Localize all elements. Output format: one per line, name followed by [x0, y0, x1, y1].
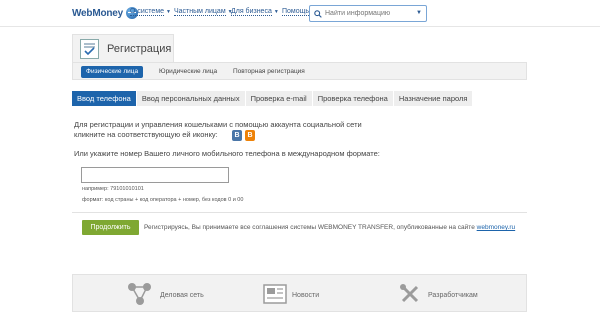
nav-individuals-label: Частным лицам: [174, 8, 226, 16]
divider: [72, 212, 527, 213]
registration-form-icon: [80, 39, 99, 59]
vk-icon[interactable]: В: [232, 130, 242, 141]
search-dropdown-icon[interactable]: ▼: [416, 10, 422, 16]
chevron-down-icon: ▼: [166, 9, 171, 15]
top-navbar: WebMoney О системе ▼ Частным лицам ▼ Для б…: [0, 0, 600, 27]
phone-format: формат: код страны + код оператора + ном…: [82, 197, 244, 203]
nav-individuals[interactable]: Частным лицам ▼: [174, 8, 233, 16]
step-password: Назначение пароля: [393, 91, 473, 106]
agreement-label: Регистрируясь, Вы принимаете все соглаше…: [144, 224, 477, 231]
continue-button[interactable]: Продолжить: [82, 220, 139, 235]
chevron-down-icon: ▼: [273, 9, 279, 15]
phone-label: Или укажите номер Вашего личного мобильн…: [74, 149, 380, 158]
phone-input[interactable]: [81, 167, 229, 183]
registration-steps: Ввод телефона Ввод персональных данных П…: [72, 91, 473, 106]
nav-business[interactable]: Для бизнеса ▼: [231, 8, 279, 16]
news-icon: [263, 284, 287, 304]
tab-re-registration[interactable]: Повторная регистрация: [228, 66, 310, 78]
tools-icon: [400, 284, 419, 303]
step-email-check: Проверка e-mail: [245, 91, 312, 106]
social-login-text-1: Для регистрации и управления кошельками …: [74, 120, 362, 129]
odnoklassniki-icon[interactable]: В: [245, 130, 255, 141]
nav-business-label: Для бизнеса: [231, 8, 272, 16]
webmoney-link[interactable]: webmoney.ru: [477, 224, 516, 231]
social-login-text-2: кликните на соответствующую ей иконку:: [74, 130, 218, 139]
footer-news[interactable]: Новости: [292, 292, 319, 299]
search-input[interactable]: [325, 10, 409, 17]
business-network-icon: [128, 283, 151, 305]
search-box[interactable]: ▼: [309, 5, 427, 22]
nav-help-label: Помощь: [282, 8, 310, 16]
tab-legal-entities[interactable]: Юридические лица: [154, 66, 222, 78]
webmoney-logo[interactable]: WebMoney: [72, 7, 138, 19]
step-phone-check: Проверка телефона: [312, 91, 393, 106]
footer-panel: Деловая сеть Новости Разработчикам: [72, 274, 527, 312]
footer-business-network[interactable]: Деловая сеть: [160, 292, 204, 299]
agreement-text: Регистрируясь, Вы принимаете все соглаше…: [144, 224, 515, 231]
page-header: Регистрация: [72, 34, 174, 63]
account-type-tabs: Физические лица Юридические лица Повторн…: [72, 62, 527, 80]
tab-individuals[interactable]: Физические лица: [81, 66, 144, 78]
logo-text: WebMoney: [72, 7, 123, 19]
footer-developers[interactable]: Разработчикам: [428, 292, 478, 299]
step-phone-entry: Ввод телефона: [72, 91, 136, 106]
nav-about-label: О системе: [130, 8, 165, 16]
search-icon: [314, 9, 322, 18]
phone-example: например: 79101010101: [82, 186, 144, 192]
step-personal-data: Ввод персональных данных: [136, 91, 245, 106]
page-title: Регистрация: [107, 43, 172, 55]
nav-about[interactable]: О системе ▼: [130, 8, 171, 16]
